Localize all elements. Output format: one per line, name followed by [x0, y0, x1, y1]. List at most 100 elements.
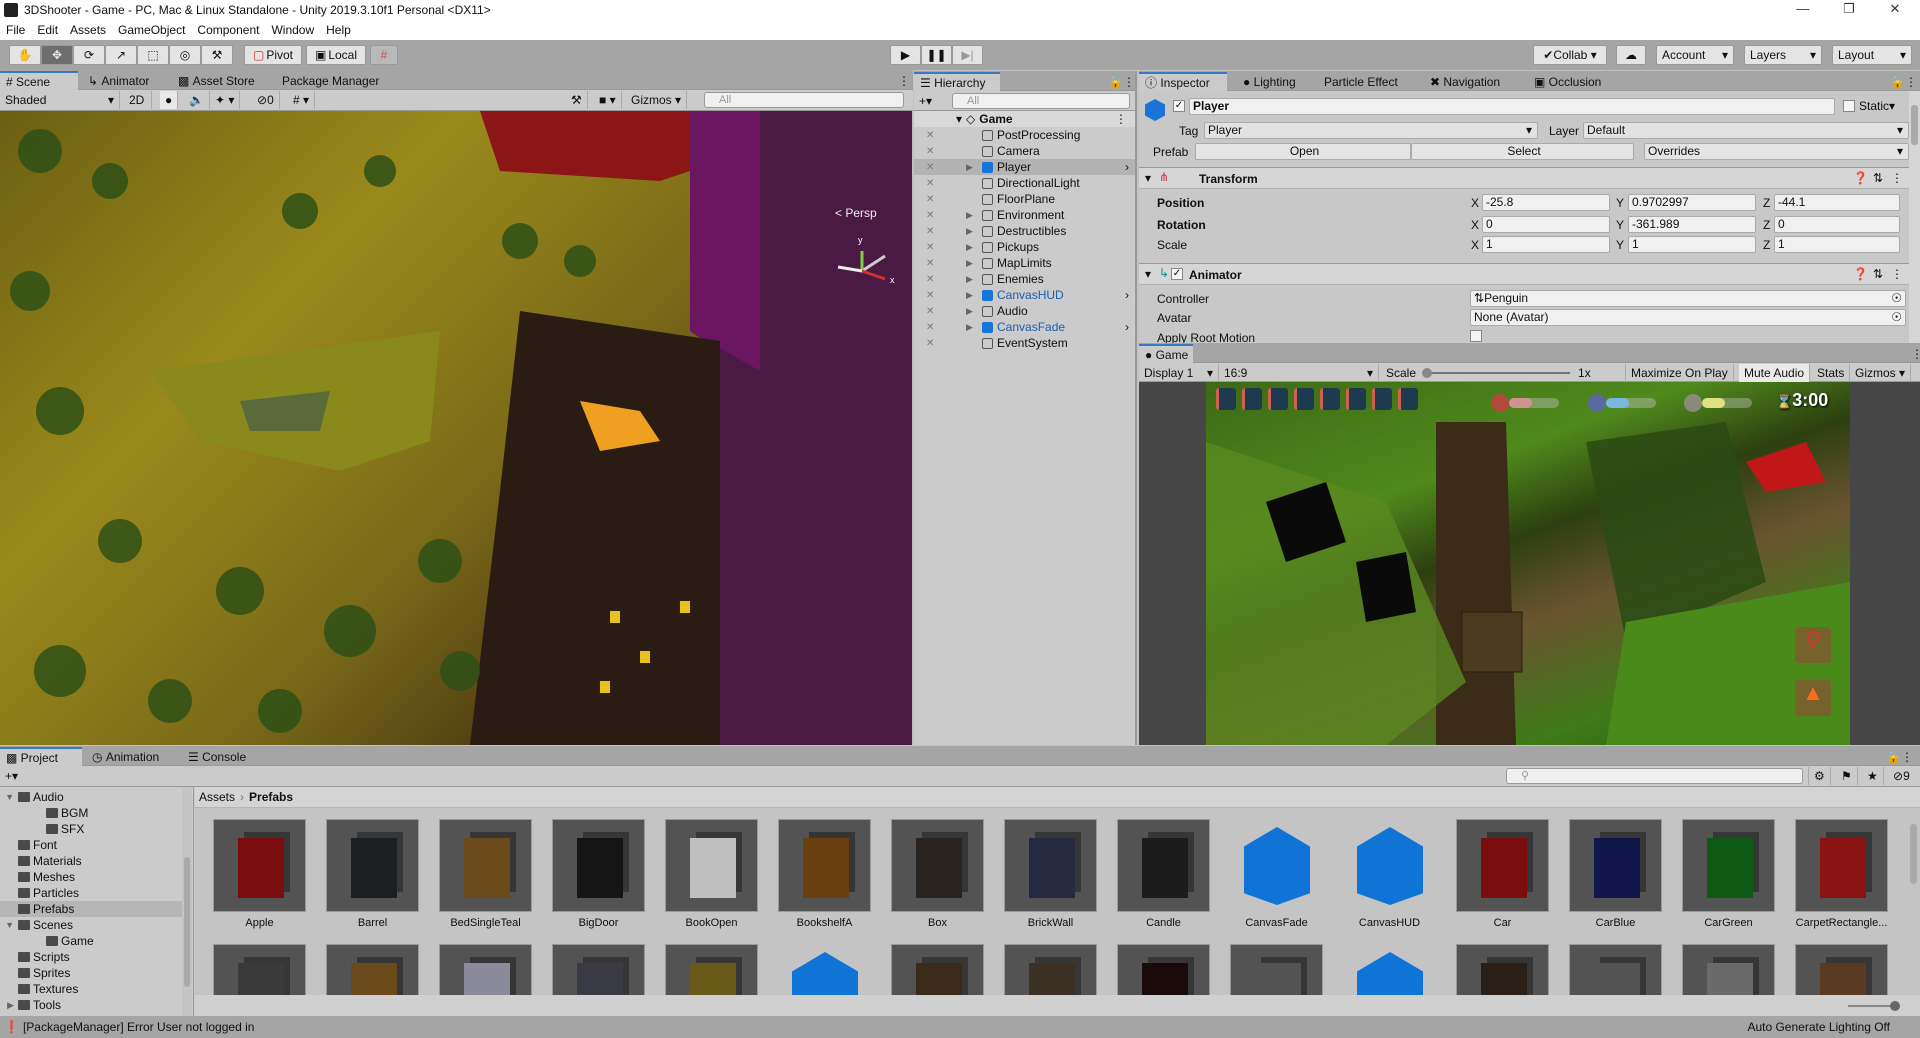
tab-occlusion[interactable]: ▣ Occlusion [1528, 72, 1601, 91]
hand-tool-button[interactable]: ✋ [9, 45, 41, 65]
transform-header[interactable]: ▾ ⋔ Transform ❓ ⇅ ⋮ [1139, 167, 1920, 189]
pause-button[interactable]: ❚❚ [921, 45, 952, 65]
visibility-toggle-icon[interactable]: ✕ [914, 162, 938, 173]
asset-tile[interactable] [891, 944, 984, 995]
asset-tile[interactable] [1343, 944, 1436, 995]
folder-item[interactable]: ▼ Scenes [0, 917, 182, 933]
help-icon[interactable]: ❓ [1853, 267, 1868, 281]
expand-arrow-icon[interactable]: ▼ [0, 792, 18, 802]
create-button[interactable]: +▾ [914, 92, 937, 110]
visibility-toggle-icon[interactable]: ✕ [914, 274, 938, 285]
tab-animation[interactable]: ◷ Animation [86, 747, 159, 766]
expand-arrow-icon[interactable]: ▶ [938, 210, 982, 221]
search-by-type-button[interactable]: ⚙ [1808, 767, 1831, 785]
camera-dropdown[interactable]: ■ ▾ [594, 91, 622, 109]
favorites-button[interactable]: ★ [1862, 767, 1884, 785]
tab-particle-effect[interactable]: Particle Effect [1318, 72, 1398, 91]
game-gizmos-dropdown[interactable]: Gizmos ▾ [1850, 364, 1912, 382]
icon-size-slider[interactable] [1848, 1001, 1900, 1011]
prefab-overrides-dropdown[interactable]: Overrides ▾ [1644, 143, 1909, 160]
expand-arrow-icon[interactable]: ▶ [938, 290, 982, 301]
play-button[interactable]: ▶ [890, 45, 921, 65]
scrollbar-thumb[interactable] [1910, 824, 1917, 884]
avatar-field[interactable]: None (Avatar) ☉ [1470, 309, 1906, 326]
layer-dropdown[interactable]: Default ▾ [1583, 122, 1909, 139]
menu-component[interactable]: Component [197, 23, 259, 37]
lock-icon[interactable]: 🔓⋮ [1102, 72, 1135, 91]
rotation-z-field[interactable]: 0 [1774, 216, 1900, 233]
asset-tile[interactable] [1795, 944, 1888, 995]
position-y-field[interactable]: 0.9702997 [1628, 194, 1756, 211]
asset-tile[interactable]: BookshelfA [778, 819, 871, 929]
tab-game[interactable]: ● Game [1139, 344, 1193, 363]
menu-window[interactable]: Window [271, 23, 314, 37]
lighting-toggle[interactable]: ● [160, 91, 179, 109]
pivot-toggle[interactable]: ▢ Pivot [244, 45, 302, 65]
asset-tile[interactable]: Box [891, 819, 984, 929]
custom-tool-button[interactable]: ⚒ [201, 45, 233, 65]
close-button[interactable]: ✕ [1872, 0, 1918, 20]
shading-mode-dropdown[interactable]: Shaded ▾ [0, 91, 120, 109]
slider-thumb[interactable] [1890, 1001, 1900, 1011]
tab-console[interactable]: ☰ Console [182, 747, 246, 766]
hierarchy-item[interactable]: ✕ ▶ Player › [914, 159, 1135, 175]
mute-audio-toggle[interactable]: Mute Audio [1739, 364, 1811, 382]
visibility-toggle-icon[interactable]: ✕ [914, 306, 938, 317]
asset-tile[interactable] [213, 944, 306, 995]
asset-tile[interactable] [552, 944, 645, 995]
2d-toggle[interactable]: 2D [124, 91, 152, 109]
hierarchy-item[interactable]: ✕ ▶ Destructibles [914, 223, 1135, 239]
asset-tile[interactable] [1004, 944, 1097, 995]
hierarchy-item[interactable]: ✕ ▶ CanvasHUD › [914, 287, 1135, 303]
search-by-label-button[interactable]: ⚑ [1836, 767, 1858, 785]
hierarchy-item[interactable]: ✕ ▶ Environment [914, 207, 1135, 223]
breadcrumb-prefabs[interactable]: Prefabs [249, 790, 293, 804]
scale-y-field[interactable]: 1 [1628, 236, 1756, 253]
asset-tile[interactable]: BigDoor [552, 819, 645, 929]
layers-dropdown[interactable]: Layers ▾ [1744, 45, 1822, 65]
visibility-toggle-icon[interactable]: ✕ [914, 146, 938, 157]
help-icon[interactable]: ❓ [1853, 171, 1868, 185]
status-message[interactable]: [PackageManager] Error User not logged i… [23, 1020, 254, 1034]
expand-arrow-icon[interactable]: ▶ [938, 162, 982, 173]
hierarchy-item[interactable]: ✕ ▶ Pickups [914, 239, 1135, 255]
folder-item[interactable]: BGM [0, 805, 182, 821]
menu-edit[interactable]: Edit [37, 23, 58, 37]
asset-tile[interactable] [778, 944, 871, 995]
grid-dropdown[interactable]: # ▾ [288, 91, 316, 109]
more-options-icon[interactable]: ⋮ [1115, 112, 1127, 126]
hierarchy-item[interactable]: ✕ Camera [914, 143, 1135, 159]
visibility-toggle-icon[interactable]: ✕ [914, 210, 938, 221]
apply-root-motion-checkbox[interactable] [1470, 330, 1482, 342]
hierarchy-item[interactable]: ✕ ▶ MapLimits [914, 255, 1135, 271]
asset-tile[interactable] [439, 944, 532, 995]
hierarchy-item[interactable]: ✕ FloorPlane [914, 191, 1135, 207]
asset-tile[interactable]: CarpetRectangle... [1795, 819, 1888, 929]
step-button[interactable]: ▶| [952, 45, 983, 65]
asset-tile[interactable]: Apple [213, 819, 306, 929]
expand-arrow-icon[interactable]: ▶ [938, 306, 982, 317]
grid-snap-button[interactable]: # [370, 45, 398, 65]
visibility-toggle-icon[interactable]: ✕ [914, 178, 938, 189]
transform-tool-button[interactable]: ◎ [169, 45, 201, 65]
tab-navigation[interactable]: ✖ Navigation [1424, 72, 1500, 91]
tab-scene[interactable]: # Scene [0, 71, 78, 90]
more-options-icon[interactable]: ⋮ [1905, 344, 1920, 363]
visibility-toggle-icon[interactable]: ✕ [914, 322, 938, 333]
scale-slider[interactable]: Scale 1x [1381, 364, 1626, 382]
static-label[interactable]: Static▾ [1859, 99, 1895, 113]
folder-item[interactable]: Textures [0, 981, 182, 997]
effects-dropdown[interactable]: ✦ ▾ [210, 91, 241, 109]
asset-tile[interactable] [1117, 944, 1210, 995]
projection-label[interactable]: < Persp [835, 206, 877, 220]
scrollbar-thumb[interactable] [184, 857, 190, 987]
folder-item[interactable]: Materials [0, 853, 182, 869]
stats-toggle[interactable]: Stats [1812, 364, 1851, 382]
rotation-x-field[interactable]: 0 [1482, 216, 1610, 233]
layout-dropdown[interactable]: Layout ▾ [1832, 45, 1912, 65]
asset-tile[interactable]: CanvasFade [1230, 819, 1323, 929]
controller-field[interactable]: ⇅Penguin ☉ [1470, 290, 1906, 307]
menu-help[interactable]: Help [326, 23, 351, 37]
hidden-packages-toggle[interactable]: ⊘ 9 [1888, 767, 1915, 785]
asset-tile[interactable]: CarGreen [1682, 819, 1775, 929]
